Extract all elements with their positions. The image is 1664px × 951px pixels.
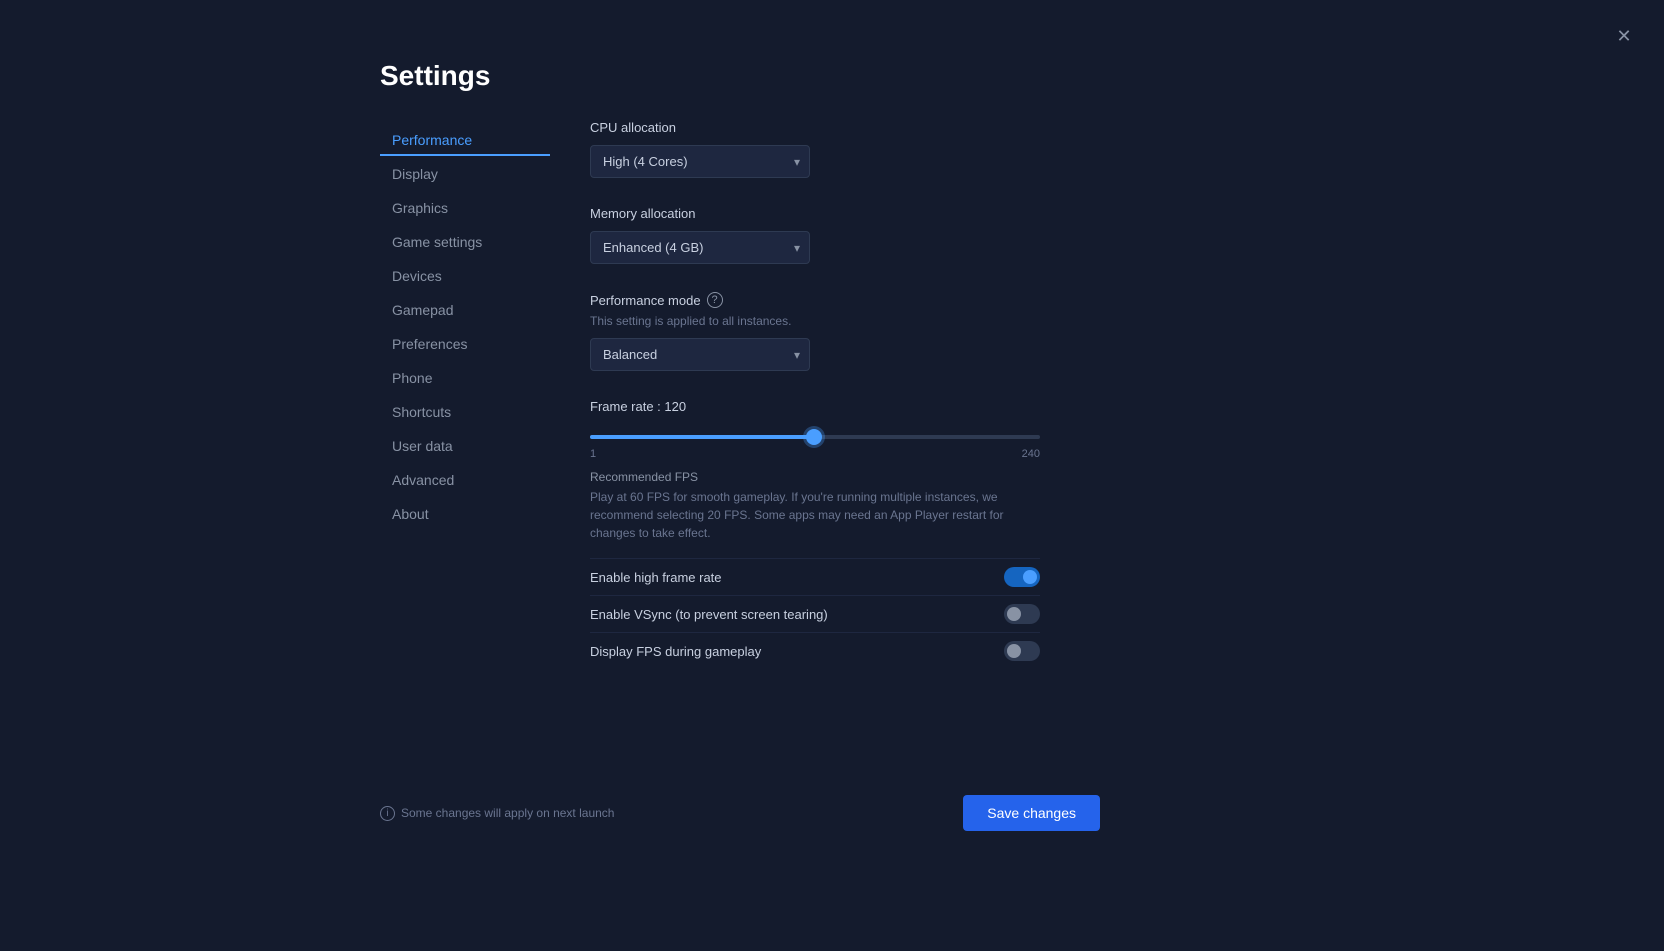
toggle-label-display-fps: Display FPS during gameplay (590, 644, 761, 659)
fps-info: Recommended FPS Play at 60 FPS for smoot… (590, 470, 1100, 542)
memory-allocation-select[interactable]: Low (1 GB) Medium (2 GB) Enhanced (4 GB)… (590, 231, 810, 264)
sidebar-item-advanced[interactable]: Advanced (380, 464, 550, 496)
cpu-allocation-select-wrapper: Low (1 Core) Medium (2 Cores) High (4 Co… (590, 145, 810, 178)
sidebar-item-devices[interactable]: Devices (380, 260, 550, 292)
performance-mode-label-row: Performance mode ? (590, 292, 1100, 308)
content-panel: CPU allocation Low (1 Core) Medium (2 Co… (550, 120, 1100, 679)
sidebar-item-game-settings[interactable]: Game settings (380, 226, 550, 258)
cpu-allocation-select[interactable]: Low (1 Core) Medium (2 Cores) High (4 Co… (590, 145, 810, 178)
slider-range-labels: 1 240 (590, 448, 1040, 460)
toggle-display-fps-slider (1004, 641, 1040, 661)
sidebar-item-graphics[interactable]: Graphics (380, 192, 550, 224)
performance-mode-help-icon[interactable]: ? (707, 292, 723, 308)
settings-container: Performance Display Graphics Game settin… (380, 120, 1100, 679)
sidebar-item-shortcuts[interactable]: Shortcuts (380, 396, 550, 428)
frame-rate-slider[interactable] (590, 435, 1040, 439)
sidebar-item-about[interactable]: About (380, 498, 550, 530)
performance-mode-label: Performance mode (590, 293, 701, 308)
slider-max-label: 240 (1022, 448, 1040, 460)
fps-info-title: Recommended FPS (590, 470, 1100, 484)
cpu-allocation-section: CPU allocation Low (1 Core) Medium (2 Co… (590, 120, 1100, 178)
sidebar-item-phone[interactable]: Phone (380, 362, 550, 394)
toggle-vsync-slider (1004, 604, 1040, 624)
sidebar: Performance Display Graphics Game settin… (380, 120, 550, 679)
footer-note-icon: i (380, 806, 395, 821)
close-button[interactable]: ✕ (1608, 20, 1640, 52)
toggle-row-vsync: Enable VSync (to prevent screen tearing) (590, 595, 1040, 632)
memory-allocation-select-wrapper: Low (1 GB) Medium (2 GB) Enhanced (4 GB)… (590, 231, 810, 264)
memory-allocation-label: Memory allocation (590, 206, 1100, 221)
sidebar-item-gamepad[interactable]: Gamepad (380, 294, 550, 326)
sidebar-item-display[interactable]: Display (380, 158, 550, 190)
cpu-allocation-label: CPU allocation (590, 120, 1100, 135)
footer-bar: i Some changes will apply on next launch… (380, 795, 1100, 831)
frame-rate-section: Frame rate : 120 1 240 Recommended FPS P… (590, 399, 1100, 669)
toggle-high-frame-rate-slider (1004, 567, 1040, 587)
toggle-row-display-fps: Display FPS during gameplay (590, 632, 1040, 669)
sidebar-item-preferences[interactable]: Preferences (380, 328, 550, 360)
footer-note: i Some changes will apply on next launch (380, 806, 614, 821)
frame-rate-label: Frame rate : 120 (590, 399, 1100, 414)
frame-rate-slider-container: 1 240 (590, 426, 1040, 460)
slider-min-label: 1 (590, 448, 596, 460)
fps-info-text: Play at 60 FPS for smooth gameplay. If y… (590, 488, 1040, 542)
performance-mode-hint: This setting is applied to all instances… (590, 314, 1100, 328)
toggle-vsync[interactable] (1004, 604, 1040, 624)
performance-mode-select[interactable]: Power saving Balanced High performance (590, 338, 810, 371)
close-icon: ✕ (1616, 26, 1631, 47)
performance-mode-select-wrapper: Power saving Balanced High performance ▾ (590, 338, 810, 371)
footer-note-text: Some changes will apply on next launch (401, 806, 614, 820)
performance-mode-section: Performance mode ? This setting is appli… (590, 292, 1100, 371)
toggle-label-high-frame-rate: Enable high frame rate (590, 570, 722, 585)
toggle-label-vsync: Enable VSync (to prevent screen tearing) (590, 607, 828, 622)
toggle-high-frame-rate[interactable] (1004, 567, 1040, 587)
toggle-display-fps[interactable] (1004, 641, 1040, 661)
toggle-row-high-frame-rate: Enable high frame rate (590, 558, 1040, 595)
sidebar-item-performance[interactable]: Performance (380, 124, 550, 156)
save-changes-button[interactable]: Save changes (963, 795, 1100, 831)
page-title: Settings (380, 60, 490, 92)
sidebar-item-user-data[interactable]: User data (380, 430, 550, 462)
memory-allocation-section: Memory allocation Low (1 GB) Medium (2 G… (590, 206, 1100, 264)
